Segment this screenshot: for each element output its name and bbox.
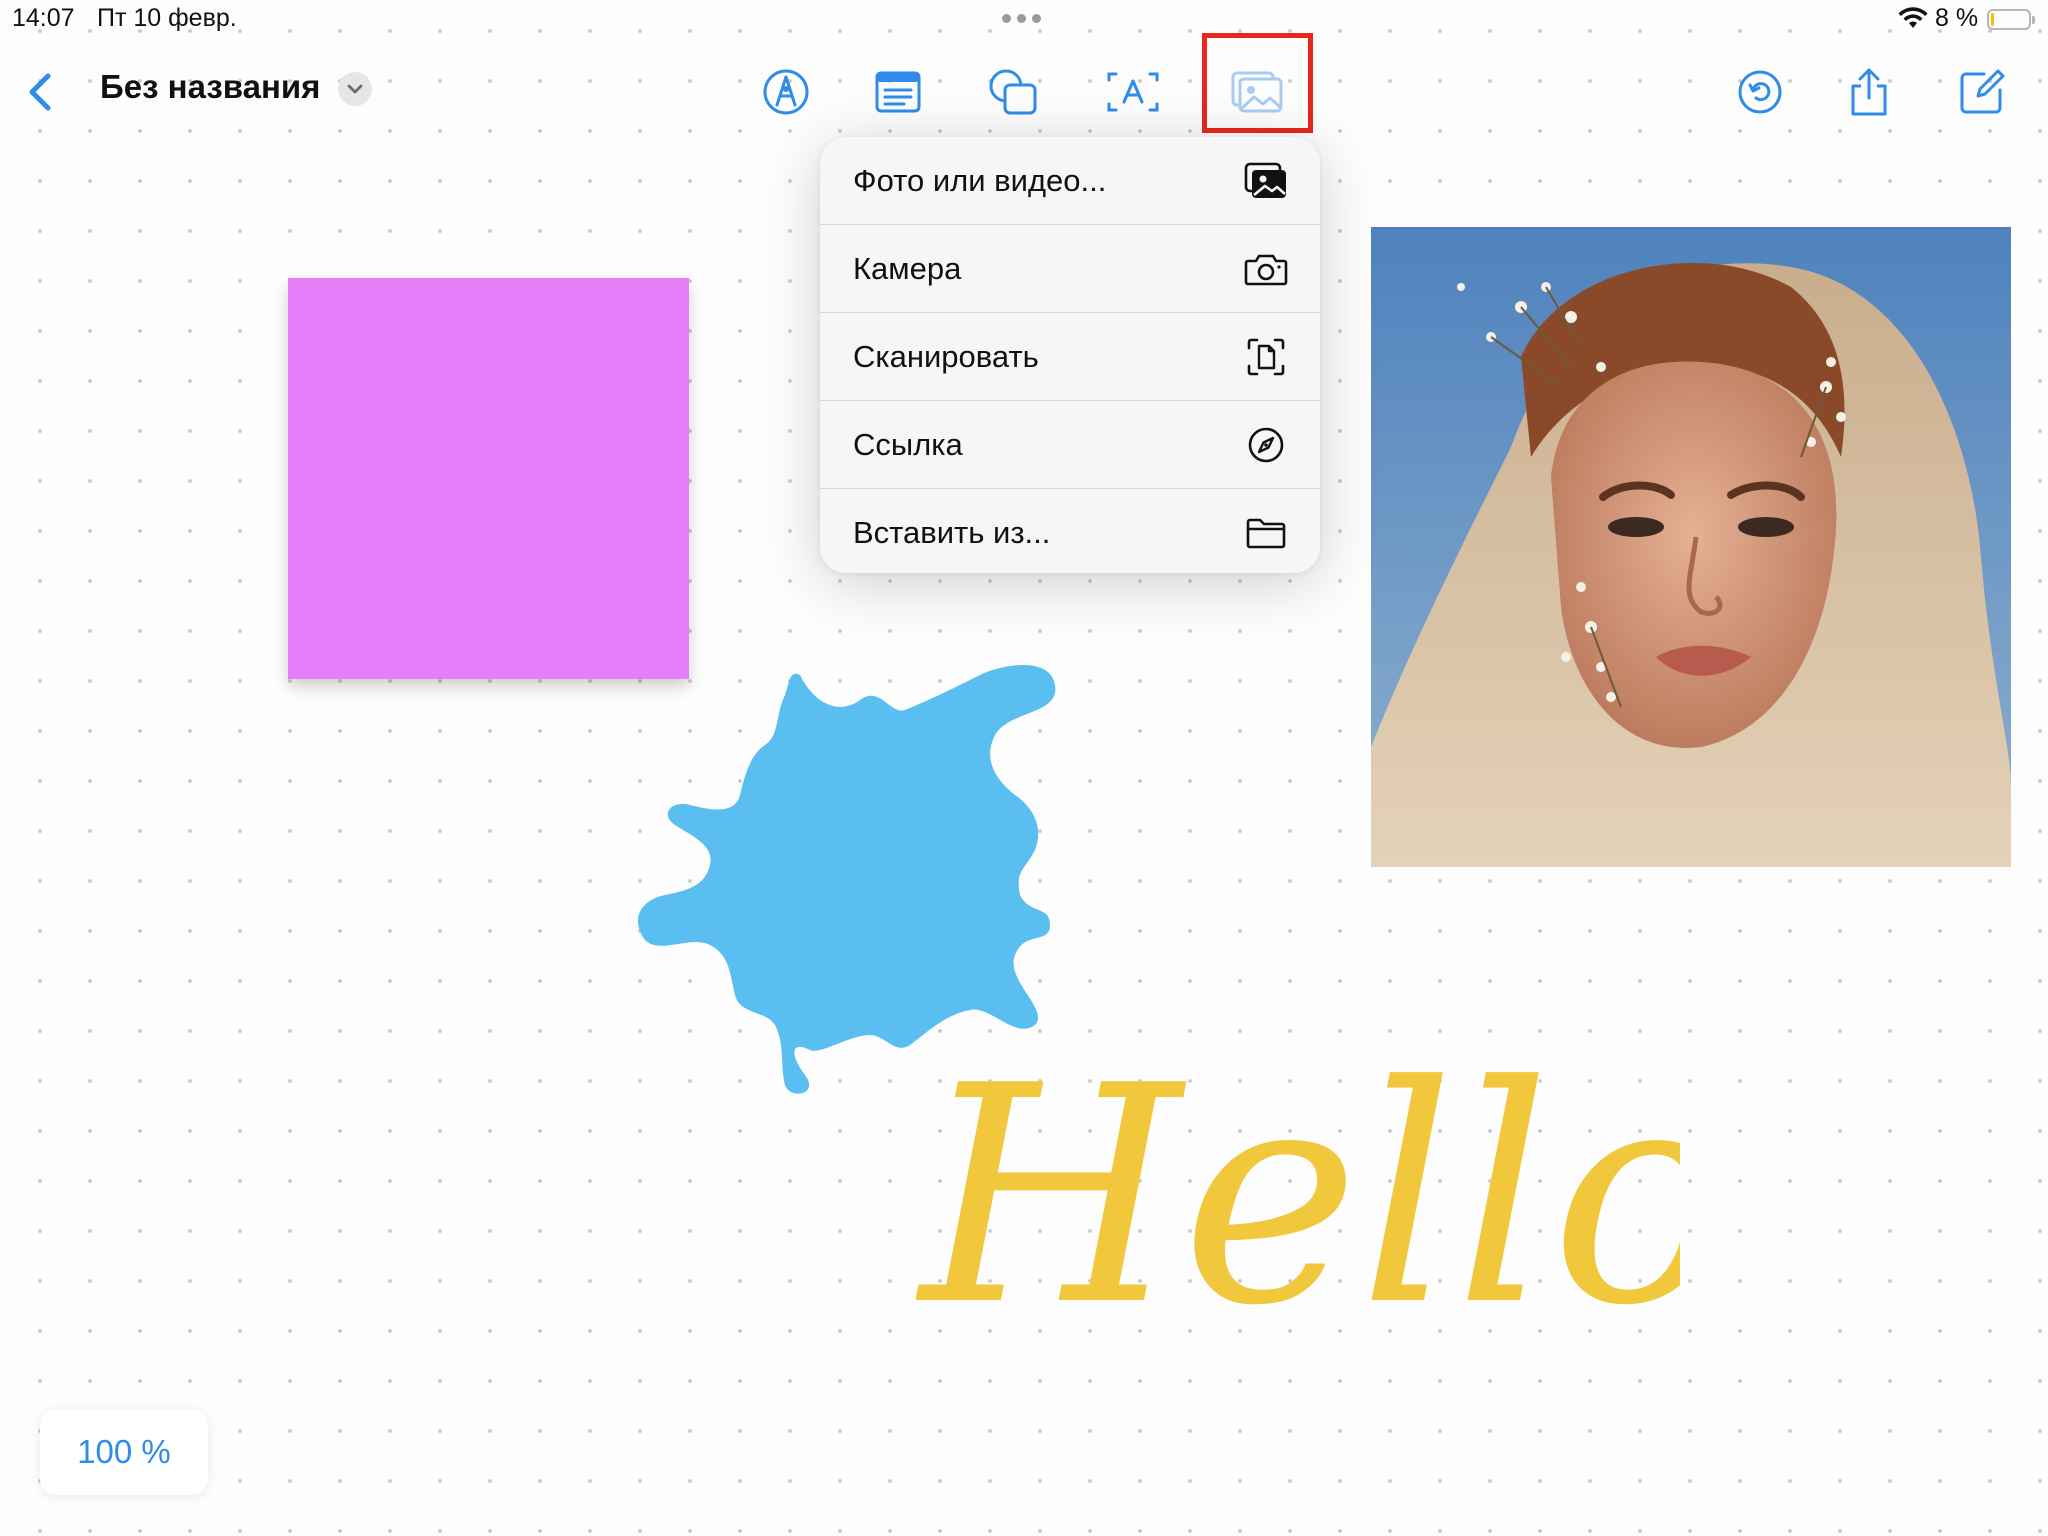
handwritten-text[interactable]: Hello — [900, 970, 1680, 1330]
title-menu-button[interactable] — [338, 72, 372, 106]
menu-item-label: Вставить из... — [853, 515, 1051, 550]
menu-item-label: Фото или видео... — [853, 163, 1107, 198]
folder-icon — [1244, 511, 1288, 555]
scan-document-icon — [1244, 335, 1288, 379]
pen-tool-icon — [763, 69, 809, 115]
battery-icon — [1987, 9, 2035, 30]
collaborate-icon — [1738, 70, 1782, 114]
photos-icon — [1244, 159, 1288, 203]
status-time: 14:07 — [12, 4, 75, 32]
status-bar: 14:07 Пт 10 февр. 8 % — [0, 0, 2048, 40]
media-icon — [1231, 71, 1283, 113]
media-button[interactable] — [1225, 60, 1289, 124]
share-icon — [1851, 68, 1887, 116]
battery-percent: 8 % — [1935, 4, 1979, 32]
multitasking-dots-icon[interactable] — [1002, 14, 1041, 23]
menu-item-insert-from[interactable]: Вставить из... — [820, 489, 1320, 573]
wifi-icon — [1898, 7, 1928, 28]
chevron-down-icon — [347, 84, 363, 94]
back-button[interactable] — [20, 68, 60, 116]
document-title[interactable]: Без названия — [100, 68, 320, 106]
portrait-photo[interactable] — [1371, 227, 2011, 867]
menu-item-label: Ссылка — [853, 427, 963, 462]
pen-tool-button[interactable] — [754, 60, 818, 124]
chevron-left-icon — [29, 73, 51, 111]
status-date: Пт 10 февр. — [97, 4, 237, 32]
menu-item-label: Камера — [853, 251, 962, 286]
compose-icon — [1960, 69, 2005, 114]
menu-item-scan[interactable]: Сканировать — [820, 313, 1320, 401]
menu-item-link[interactable]: Ссылка — [820, 401, 1320, 489]
compose-button[interactable] — [1950, 60, 2014, 124]
collaborate-button[interactable] — [1728, 60, 1792, 124]
menu-item-label: Сканировать — [853, 339, 1039, 374]
zoom-level-button[interactable]: 100 % — [40, 1409, 208, 1495]
shapes-button[interactable] — [981, 60, 1045, 124]
insert-media-menu: Фото или видео... Камера Сканировать Ссы… — [820, 137, 1320, 573]
text-box-icon — [1107, 72, 1159, 112]
menu-item-photo-video[interactable]: Фото или видео... — [820, 137, 1320, 225]
shapes-icon — [989, 69, 1037, 115]
sticky-note[interactable] — [288, 278, 689, 679]
handwritten-hello: Hello — [915, 1022, 1680, 1330]
sticky-note-button[interactable] — [866, 60, 930, 124]
compass-link-icon — [1244, 423, 1288, 467]
camera-icon — [1244, 247, 1288, 291]
sticky-note-icon — [875, 71, 921, 113]
share-button[interactable] — [1837, 60, 1901, 124]
menu-item-camera[interactable]: Камера — [820, 225, 1320, 313]
text-box-button[interactable] — [1101, 60, 1165, 124]
